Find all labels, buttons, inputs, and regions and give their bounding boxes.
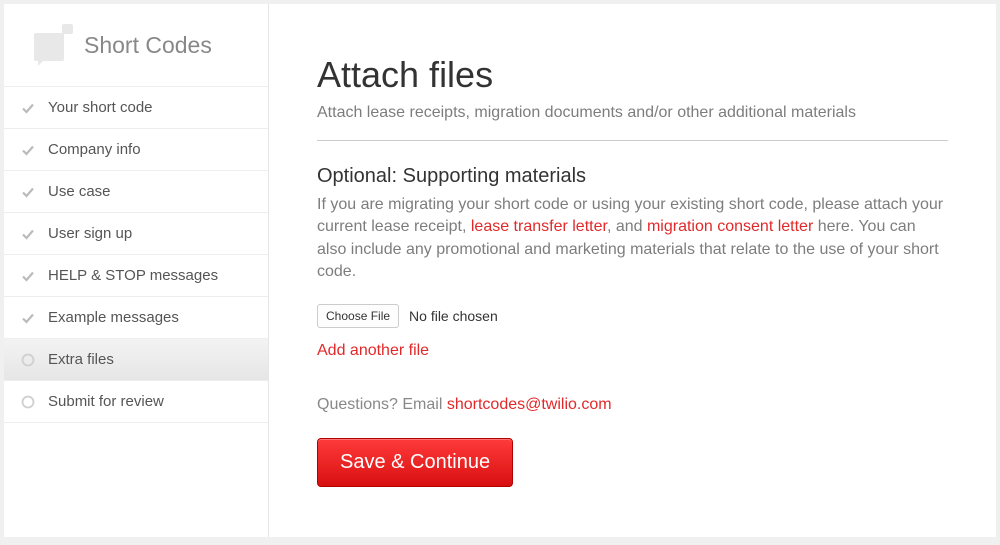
checkmark-icon (20, 100, 36, 116)
file-status-text: No file chosen (409, 308, 498, 324)
wizard-steps-list: Your short code Company info Use case Us… (4, 86, 268, 423)
divider (317, 140, 948, 141)
questions-prefix: Questions? Email (317, 396, 447, 413)
save-continue-button[interactable]: Save & Continue (317, 438, 513, 487)
sidebar-item-help-stop-messages[interactable]: HELP & STOP messages (4, 255, 268, 297)
checkmark-icon (20, 310, 36, 326)
checkmark-icon (20, 268, 36, 284)
chat-bubbles-icon (32, 24, 74, 66)
circle-icon (20, 352, 36, 368)
checkmark-icon (20, 142, 36, 158)
sidebar-item-label: Use case (48, 183, 111, 200)
sidebar-item-your-short-code[interactable]: Your short code (4, 87, 268, 129)
sidebar-item-label: User sign up (48, 225, 132, 242)
section-body: If you are migrating your short code or … (317, 194, 948, 284)
sidebar-item-example-messages[interactable]: Example messages (4, 297, 268, 339)
section-heading: Optional: Supporting materials (317, 165, 948, 188)
questions-text: Questions? Email shortcodes@twilio.com (317, 396, 948, 414)
checkmark-icon (20, 226, 36, 242)
lease-transfer-letter-link[interactable]: lease transfer letter (471, 218, 607, 235)
sidebar-item-company-info[interactable]: Company info (4, 129, 268, 171)
sidebar-item-label: Example messages (48, 309, 179, 326)
sidebar-item-label: Your short code (48, 99, 153, 116)
sidebar-item-label: Extra files (48, 351, 114, 368)
choose-file-button[interactable]: Choose File (317, 304, 399, 328)
sidebar-header: Short Codes (4, 4, 268, 86)
add-another-file-link[interactable]: Add another file (317, 342, 429, 360)
sidebar-item-extra-files[interactable]: Extra files (4, 339, 268, 381)
sidebar-item-submit-for-review[interactable]: Submit for review (4, 381, 268, 423)
circle-icon (20, 394, 36, 410)
main-content: Attach files Attach lease receipts, migr… (269, 4, 996, 537)
sidebar-title: Short Codes (84, 32, 212, 59)
sidebar-item-label: Submit for review (48, 393, 164, 410)
sidebar-item-use-case[interactable]: Use case (4, 171, 268, 213)
sidebar-item-user-sign-up[interactable]: User sign up (4, 213, 268, 255)
file-input-row: Choose File No file chosen (317, 304, 948, 328)
migration-consent-letter-link[interactable]: migration consent letter (647, 218, 813, 235)
support-email-link[interactable]: shortcodes@twilio.com (447, 396, 612, 413)
sidebar-item-label: HELP & STOP messages (48, 267, 218, 284)
page-title: Attach files (317, 54, 948, 96)
body-text: , and (607, 218, 647, 235)
sidebar-item-label: Company info (48, 141, 141, 158)
page-subtitle: Attach lease receipts, migration documen… (317, 104, 948, 122)
checkmark-icon (20, 184, 36, 200)
wizard-sidebar: Short Codes Your short code Company info… (4, 4, 269, 537)
